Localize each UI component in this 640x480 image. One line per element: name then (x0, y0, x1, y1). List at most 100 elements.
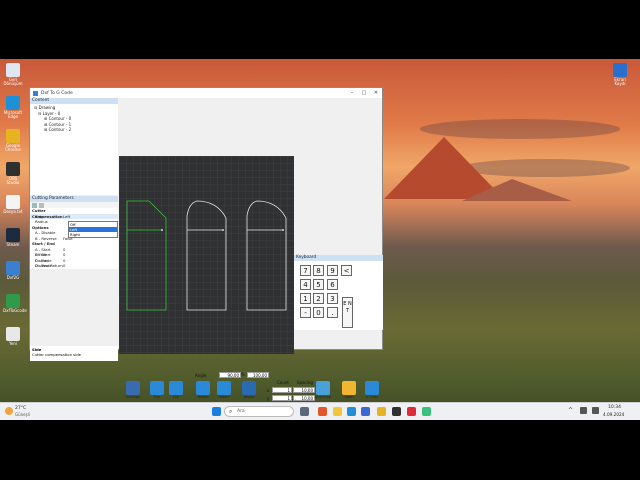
bottom-toolbar: Angle 90,00 % 100,00 Count Spacing x 1 1… (119, 358, 383, 406)
app-icon (6, 228, 20, 242)
desktop-icon[interactable]: Geri Dönüşüm (3, 63, 23, 93)
app-window: Dxf To G Code – □ ✕ Content ⊟ Drawing ⊟ L… (29, 87, 383, 401)
toolbar-button[interactable]: Rotate (193, 381, 213, 399)
start-point-0 (161, 229, 163, 231)
key-button[interactable]: 8 (313, 265, 324, 276)
key-button[interactable]: 9 (327, 265, 338, 276)
desktop-icon-label: OBS Studio (6, 176, 20, 185)
desktop-icon[interactable]: Dxf2G (3, 261, 23, 291)
minimize-icon[interactable]: – (346, 90, 358, 96)
store-icon[interactable] (361, 407, 370, 416)
key-button[interactable]: 1 (300, 293, 311, 304)
desktop-icon[interactable]: Steam (3, 228, 23, 258)
spacing-label: Spacing (297, 380, 313, 385)
toolbar-button-label: Flip (173, 395, 179, 399)
toolbar-button-label: Duplicate (314, 395, 332, 399)
close-icon[interactable]: ✕ (370, 90, 382, 96)
desktop-icon-label: Microsoft Edge (3, 110, 23, 119)
start-button[interactable] (212, 407, 221, 416)
weather-desc: Güneşli (15, 412, 30, 417)
app-taskbar-icon[interactable] (407, 407, 416, 416)
toolbar-button[interactable]: Duplicate (313, 381, 333, 399)
x-count-input[interactable]: 1 (272, 387, 292, 393)
title-bar[interactable]: Dxf To G Code – □ ✕ (30, 88, 382, 98)
percent-input[interactable]: 100,00 (247, 372, 269, 378)
key-button[interactable]: 7 (300, 265, 311, 276)
network-icon[interactable] (580, 407, 587, 414)
dropdown-option[interactable]: Right (69, 232, 117, 237)
tree-node-label: Drawing (38, 105, 56, 110)
key-button[interactable]: - (300, 307, 311, 318)
key-button[interactable]: 0 (313, 307, 324, 318)
alphabetical-icon[interactable] (39, 202, 44, 208)
drawing-canvas[interactable] (119, 156, 294, 354)
toolbar-button-label: Rotate (197, 395, 209, 399)
desktop-icon-screen-record[interactable]: Ekran Kaydı (610, 63, 630, 93)
dxf-taskbar-icon[interactable] (422, 407, 431, 416)
x-spacing-input[interactable]: 10,00 (293, 387, 315, 393)
toolbar-button[interactable]: Flip (166, 381, 186, 399)
content-tree: ⊟ Drawing ⊟ Layer - 0 ⊞ Contour - 0 ⊞ Conto… (30, 104, 118, 195)
contour-2[interactable] (246, 200, 287, 311)
search-placeholder: Ara (237, 409, 245, 414)
key-button[interactable]: 3 (327, 293, 338, 304)
toolbar-icon (342, 381, 356, 395)
task-view-icon[interactable] (300, 407, 309, 416)
volume-icon[interactable] (592, 407, 599, 414)
contour-0[interactable] (126, 200, 167, 311)
desktop-icon[interactable]: Yeni (3, 327, 23, 357)
property-row[interactable]: D - End Return 0 (30, 263, 118, 269)
toolbar-button[interactable]: Resize (239, 381, 259, 399)
toolbar-button[interactable]: Open (339, 381, 359, 399)
toolbar-button-label: Flip (154, 395, 160, 399)
toolbar-icon (126, 381, 140, 395)
desktop-icon-label: Google Chrome (5, 143, 21, 152)
clock-time[interactable]: 10:34 (608, 405, 621, 410)
desktop-icon-label: Dosya.txt (3, 209, 23, 214)
desktop-icon-label: DxfToGcode (3, 308, 27, 313)
toolbar-button[interactable]: G Code (362, 381, 382, 399)
categorized-icon[interactable] (32, 202, 37, 208)
count-label: Count (277, 380, 289, 385)
search-box[interactable]: ⌕ Ara (224, 406, 294, 417)
desktop-icon[interactable]: Google Chrome (3, 129, 23, 159)
key-button[interactable]: 6 (327, 279, 338, 290)
enter-key[interactable]: E N T (342, 297, 353, 328)
toolbar-icon (196, 381, 210, 395)
contour-1[interactable] (186, 200, 227, 311)
desktop-icon[interactable]: Microsoft Edge (3, 96, 23, 126)
tray-chevron-icon[interactable]: ^ (568, 407, 573, 414)
y-count-input[interactable]: 1 (272, 395, 292, 401)
key-button[interactable]: < (341, 265, 352, 276)
key-button[interactable]: . (327, 307, 338, 318)
app-icon (6, 195, 20, 209)
key-button[interactable]: 4 (300, 279, 311, 290)
app-icon (6, 294, 20, 308)
property-value[interactable]: 0 (63, 263, 118, 269)
weather-icon[interactable] (5, 407, 13, 415)
app-icon (6, 261, 20, 275)
toolbar-button[interactable]: Settings (123, 381, 143, 399)
tree-node-label: Contour - 2 (48, 127, 72, 132)
obs-icon[interactable] (392, 407, 401, 416)
side-dropdown-list[interactable]: Off Left Right (68, 221, 118, 238)
desktop-icon[interactable]: OBS Studio (3, 162, 23, 192)
desktop-icon[interactable]: Dosya.txt (3, 195, 23, 225)
edge-icon[interactable] (347, 407, 356, 416)
key-button[interactable]: 2 (313, 293, 324, 304)
toolbar-button[interactable]: Flip (147, 381, 167, 399)
clock-date[interactable]: 4.09.2024 (603, 412, 624, 417)
desktop-icon-label: Steam (6, 242, 20, 247)
widgets-icon[interactable] (318, 407, 327, 416)
tree-node[interactable]: ⊞ Contour - 2 (32, 127, 116, 133)
chrome-icon[interactable] (377, 407, 386, 416)
maximize-icon[interactable]: □ (358, 90, 370, 96)
desktop-icon[interactable]: DxfToGcode (3, 294, 27, 324)
y-spacing-input[interactable]: 10,00 (293, 395, 315, 401)
file-explorer-icon[interactable] (333, 407, 342, 416)
key-button[interactable]: 5 (313, 279, 324, 290)
angle-input[interactable]: 90,00 (219, 372, 241, 378)
window-title: Dxf To G Code (41, 90, 73, 96)
toolbar-button[interactable]: Rotate (214, 381, 234, 399)
contours-svg (126, 200, 287, 311)
